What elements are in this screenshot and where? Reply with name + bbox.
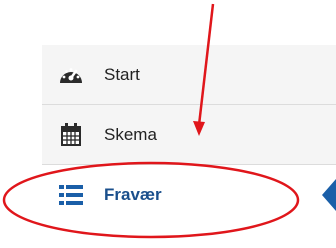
- dashboard-icon: [58, 62, 84, 88]
- sidebar-item-fravaer[interactable]: Fravær: [42, 165, 336, 225]
- sidebar-item-start[interactable]: Start: [42, 45, 336, 105]
- sidebar-item-label: Start: [104, 64, 140, 84]
- calendar-icon: [58, 122, 84, 148]
- list-icon: [58, 182, 84, 208]
- sidebar-nav: Start Skema Fravær: [42, 45, 336, 225]
- active-indicator: [322, 179, 336, 211]
- sidebar-item-label: Skema: [104, 124, 157, 144]
- sidebar-item-label: Fravær: [104, 185, 162, 204]
- sidebar-item-skema[interactable]: Skema: [42, 105, 336, 165]
